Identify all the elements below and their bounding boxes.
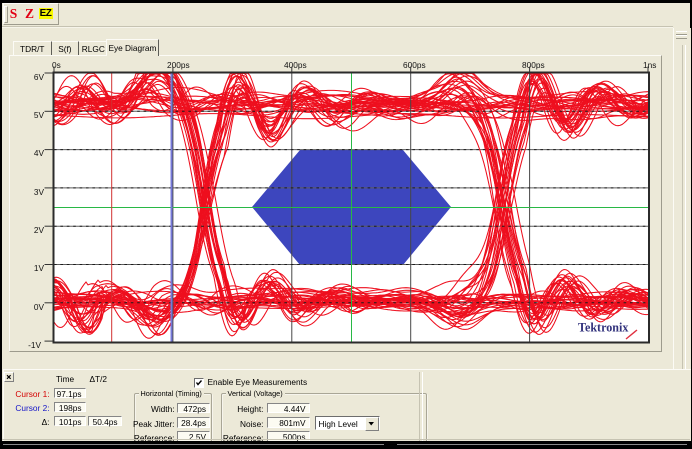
svg-text:Tektronix: Tektronix <box>578 321 628 335</box>
